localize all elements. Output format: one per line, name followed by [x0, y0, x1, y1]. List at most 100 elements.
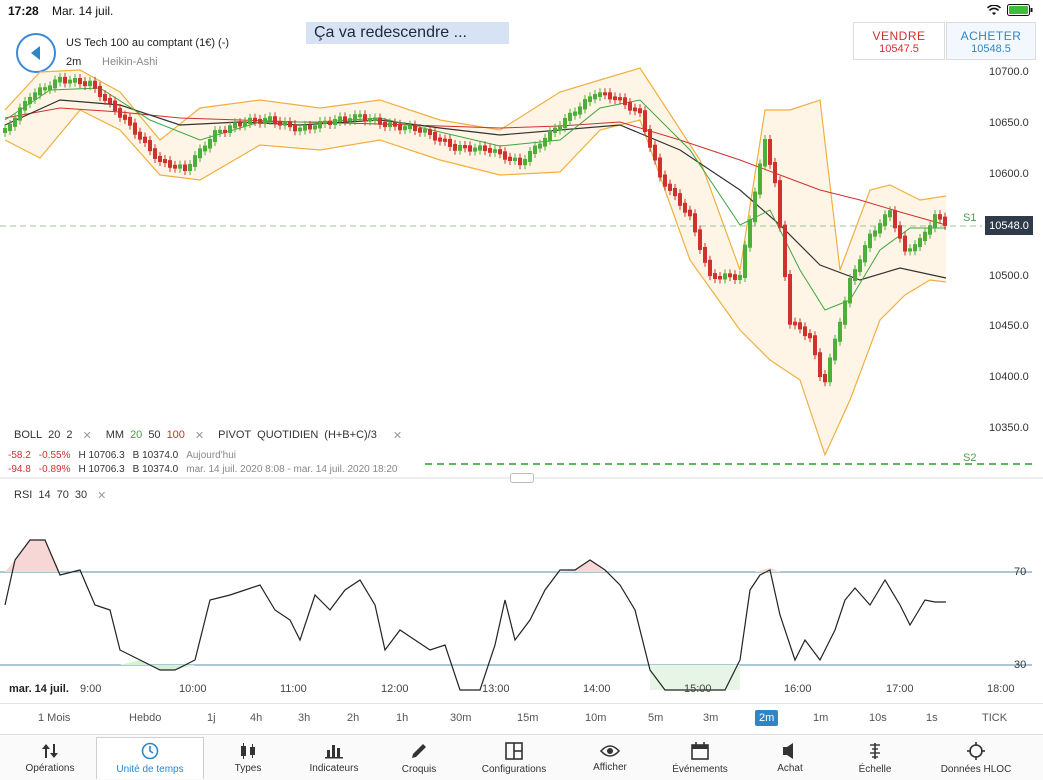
tool-donnees-hloc[interactable]: Données HLOC [916, 737, 1036, 779]
timeframe-1-mois[interactable]: 1 Mois [38, 712, 70, 724]
remove-rsi-icon[interactable]: ✕ [97, 489, 106, 502]
timeframe-10s[interactable]: 10s [869, 712, 887, 724]
candle [283, 121, 287, 126]
candle [528, 151, 532, 162]
candle [828, 357, 832, 383]
rsi-param-3: 30 [74, 489, 88, 501]
timeframe-hebdo[interactable]: Hebdo [129, 712, 161, 724]
timeframe-2m[interactable]: 2m [755, 710, 779, 726]
candle [458, 145, 462, 151]
time-tick: 9:00 [80, 683, 102, 695]
remove-mm-icon[interactable]: ✕ [195, 429, 204, 442]
candle [463, 145, 467, 149]
candle [893, 210, 897, 229]
candle [73, 78, 77, 83]
rsi-name: RSI [14, 489, 33, 501]
candle [878, 223, 882, 234]
candle [448, 138, 452, 147]
stats-low: B 10374.0 [132, 450, 179, 461]
s1-label: S1 [963, 212, 977, 224]
time-axis-date: mar. 14 juil. [9, 683, 69, 695]
tool-echelle[interactable]: Échelle [834, 737, 916, 779]
time-tick: 12:00 [381, 683, 409, 695]
rsi-legend: RSI 14 70 30 ✕ [14, 489, 106, 502]
candle [183, 164, 187, 172]
candle [258, 118, 262, 124]
tool-indicateurs[interactable]: Indicateurs [292, 737, 376, 779]
candle [633, 107, 637, 112]
tool-croquis[interactable]: Croquis [376, 737, 462, 779]
candle [593, 93, 597, 100]
remove-pivot-icon[interactable]: ✕ [393, 429, 402, 442]
timeframe-1m[interactable]: 1m [813, 712, 828, 724]
price-chart[interactable] [0, 0, 1043, 780]
candle [873, 230, 877, 237]
updown-arrows-icon [42, 743, 58, 758]
candle [773, 161, 777, 184]
timeframe-3m[interactable]: 3m [703, 712, 718, 724]
boll-param-1: 20 [48, 429, 61, 441]
candle [353, 114, 357, 122]
timeframe-tick[interactable]: TICK [982, 712, 1007, 724]
timeframe-10m[interactable]: 10m [585, 712, 606, 724]
candle [888, 210, 892, 218]
tool-types[interactable]: Types [204, 737, 292, 779]
boll-param-2: 2 [66, 429, 73, 441]
candle [273, 116, 277, 124]
candle [158, 155, 162, 163]
stats-period: Aujourd'hui [186, 450, 236, 461]
candle [498, 149, 502, 155]
candle [88, 80, 92, 87]
remove-boll-icon[interactable]: ✕ [83, 429, 92, 442]
candle [333, 118, 337, 125]
time-tick: 11:00 [280, 683, 307, 695]
candle [488, 148, 492, 153]
candle [213, 130, 217, 142]
rsi-shades [5, 540, 780, 690]
candle [43, 87, 47, 91]
candle [823, 374, 827, 383]
timeframe-30m[interactable]: 30m [450, 712, 471, 724]
tool-configurations[interactable]: Configurations [462, 737, 566, 779]
candle [98, 85, 102, 98]
candle [473, 147, 477, 152]
candle [543, 137, 547, 147]
timeframe-3h[interactable]: 3h [298, 712, 310, 724]
candle [763, 139, 767, 167]
timeframe-4h[interactable]: 4h [250, 712, 262, 724]
candle [783, 224, 787, 278]
tool-unite-de-temps[interactable]: Unité de temps [96, 737, 204, 779]
tool-label: Achat [777, 762, 803, 774]
timeframe-2h[interactable]: 2h [347, 712, 359, 724]
candle [368, 117, 372, 122]
candle [48, 85, 52, 91]
timeframe-1s[interactable]: 1s [926, 712, 938, 724]
pencil-icon [412, 743, 426, 758]
candle [328, 120, 332, 125]
tool-evenements[interactable]: Événements [654, 737, 746, 779]
candle [703, 246, 707, 263]
candle [198, 148, 202, 159]
candle [758, 163, 762, 195]
candle [263, 117, 267, 124]
timeframe-1h[interactable]: 1h [396, 712, 408, 724]
candle [918, 238, 922, 248]
timeframe-5m[interactable]: 5m [648, 712, 663, 724]
bottom-toolbar: Opérations Unité de temps Types Indicate… [0, 734, 1043, 780]
timeframe-15m[interactable]: 15m [517, 712, 538, 724]
candle [583, 99, 587, 110]
price-tick: 10450.0 [989, 320, 1029, 332]
candle [818, 352, 822, 378]
timeframe-1j[interactable]: 1j [207, 712, 216, 724]
time-tick: 14:00 [583, 683, 611, 695]
candle [53, 79, 57, 89]
candle [388, 122, 392, 128]
tool-afficher[interactable]: Afficher [566, 737, 654, 779]
mm-param-3: 100 [166, 429, 185, 441]
candle [428, 129, 432, 136]
stats-high: H 10706.3 [78, 464, 125, 475]
tool-achat[interactable]: Achat [746, 737, 834, 779]
tool-operations[interactable]: Opérations [4, 737, 96, 779]
panel-resize-handle[interactable] [510, 473, 534, 483]
candle [78, 78, 82, 85]
